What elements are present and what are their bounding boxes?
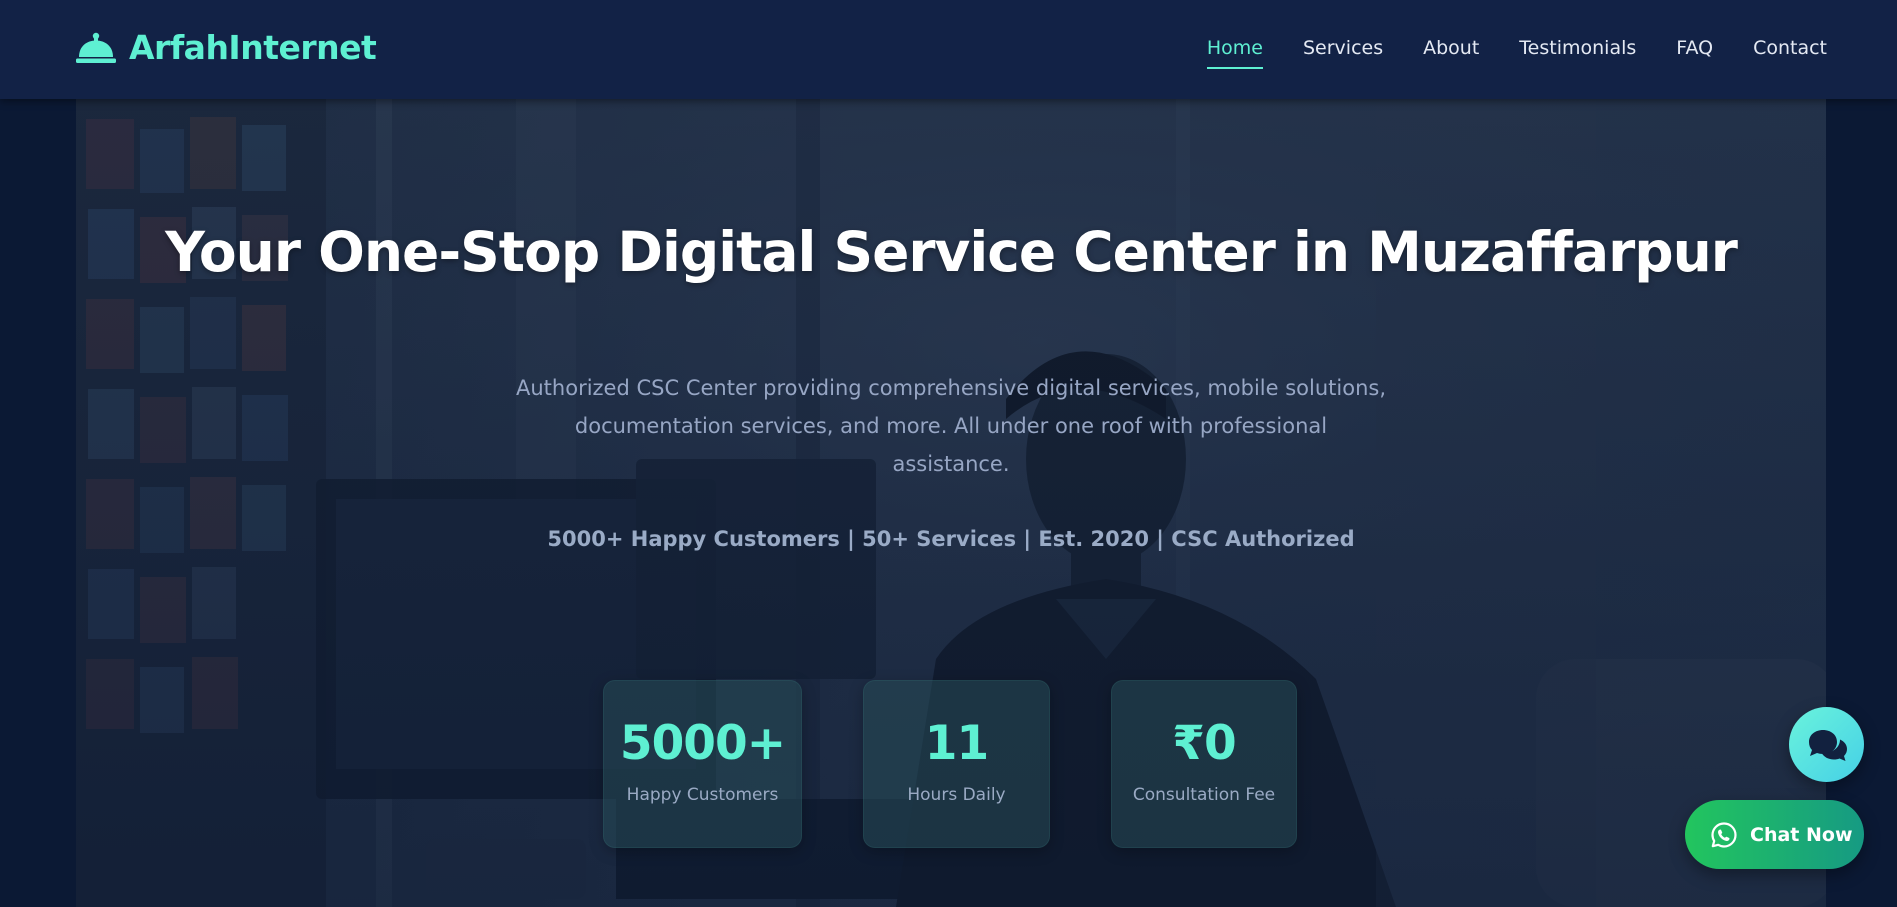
site-header: ArfahInternet Home Services About Testim… (0, 0, 1897, 99)
nav-about[interactable]: About (1423, 34, 1479, 66)
stat-card-fee: ₹0 Consultation Fee (1111, 680, 1297, 848)
main-nav: Home Services About Testimonials FAQ Con… (1206, 34, 1827, 69)
chat-bubbles-icon (1808, 729, 1847, 761)
stat-label: Happy Customers (626, 785, 779, 805)
hero-subtitle: Authorized CSC Center providing comprehe… (516, 369, 1386, 483)
whatsapp-icon (1711, 821, 1737, 848)
nav-services[interactable]: Services (1303, 34, 1383, 66)
stat-card-customers: 5000+ Happy Customers (603, 680, 802, 848)
hero-subtitle-line-2: documentation services, and more. All un… (574, 414, 1328, 476)
chat-toggle-button[interactable] (1789, 707, 1864, 782)
whatsapp-chat-button[interactable]: Chat Now (1685, 800, 1864, 869)
brand-name: ArfahInternet (129, 28, 377, 67)
nav-testimonials[interactable]: Testimonials (1519, 34, 1636, 66)
stat-card-hours: 11 Hours Daily (863, 680, 1050, 848)
stat-label: Hours Daily (907, 785, 1006, 805)
whatsapp-button-label: Chat Now (1750, 823, 1853, 846)
hero-subtitle-line-1: Authorized CSC Center providing comprehe… (516, 376, 1387, 400)
hero-title: Your One-Stop Digital Service Center in … (165, 220, 1738, 284)
stat-value: 11 (924, 716, 989, 771)
stats-row: 5000+ Happy Customers 11 Hours Daily ₹0 … (603, 680, 1297, 848)
stat-label: Consultation Fee (1132, 785, 1276, 805)
hero-highlights: 5000+ Happy Customers | 50+ Services | E… (547, 527, 1355, 551)
nav-contact[interactable]: Contact (1753, 34, 1827, 66)
stat-value: 5000+ (619, 716, 786, 771)
hero-section: Your One-Stop Digital Service Center in … (76, 99, 1826, 907)
service-bell-icon (76, 32, 116, 63)
nav-home[interactable]: Home (1206, 34, 1264, 69)
stat-value: ₹0 (1172, 716, 1236, 771)
nav-faq[interactable]: FAQ (1676, 34, 1713, 66)
brand-logo-link[interactable]: ArfahInternet (75, 26, 377, 70)
